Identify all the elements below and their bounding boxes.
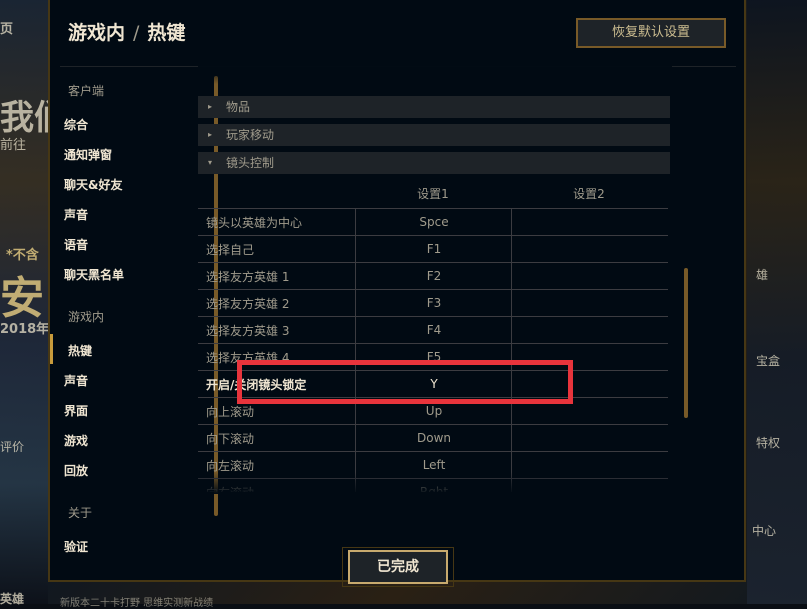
background-text: 页 — [0, 22, 14, 37]
list-top-fade — [198, 66, 672, 84]
nav-item-ingame[interactable]: 游戏 — [64, 432, 88, 449]
background-text: *不含 — [6, 248, 39, 263]
hotkey-action-label: 向上滚动 — [206, 405, 255, 419]
category-label: 物品 — [226, 100, 251, 114]
hotkey-action-label: 向下滚动 — [206, 432, 255, 446]
hotkey-row: 选择友方英雄 1 F2 — [198, 262, 668, 290]
hotkey-binding-1[interactable]: F2 — [355, 263, 512, 290]
nav-item-client[interactable]: 综合 — [64, 116, 88, 133]
chevron-down-icon: ▾ — [208, 158, 213, 167]
hotkey-list-scrollbar[interactable] — [684, 268, 688, 418]
hotkey-binding-1[interactable]: F1 — [355, 236, 512, 263]
hotkey-binding-2[interactable] — [511, 425, 668, 452]
background-text: 安 — [0, 273, 44, 324]
hotkey-action-label: 选择友方英雄 3 — [206, 324, 290, 338]
nav-item-ingame[interactable]: 界面 — [64, 402, 88, 419]
list-bottom-fade — [198, 472, 672, 494]
highlight-annotation-box — [237, 360, 573, 404]
background-text: 中心 — [752, 524, 777, 538]
breadcrumb-page: 热键 — [147, 22, 186, 44]
hotkey-binding-2[interactable] — [511, 317, 668, 344]
chevron-right-icon: ▸ — [208, 102, 213, 111]
hotkey-row: 选择友方英雄 3 F4 — [198, 316, 668, 344]
nav-item-client[interactable]: 聊天&好友 — [64, 176, 122, 193]
background-right-strip — [747, 0, 807, 604]
hotkey-action-label: 选择友方英雄 2 — [206, 297, 290, 311]
breadcrumb-section: 游戏内 — [68, 22, 126, 44]
hotkey-row: 向下滚动 Down — [198, 424, 668, 452]
category-row[interactable]: ▸ 玩家移动 — [198, 124, 670, 146]
background-text: 前往 — [0, 138, 27, 153]
hotkey-binding-2[interactable] — [511, 236, 668, 263]
column-header-setting1: 设置1 — [417, 187, 449, 201]
hotkey-row: 选择自己 F1 — [198, 235, 668, 263]
hotkey-binding-2[interactable] — [511, 263, 668, 290]
hotkey-action-label: 镜头以英雄为中心 — [206, 216, 303, 230]
nav-item-about[interactable]: 验证 — [64, 538, 88, 555]
nav-section-client: 客户端 — [68, 84, 105, 98]
nav-item-ingame-active[interactable]: 热键 — [68, 342, 92, 359]
nav-section-about: 关于 — [68, 506, 93, 520]
hotkey-row: 选择友方英雄 2 F3 — [198, 289, 668, 317]
nav-active-indicator — [50, 334, 53, 364]
column-header-setting2: 设置2 — [573, 187, 605, 201]
background-text: 新版本二十卡打野 思维实测新战绩 — [60, 598, 214, 609]
done-button[interactable]: 已完成 — [348, 550, 448, 584]
hotkey-binding-1[interactable]: F3 — [355, 290, 512, 317]
category-label: 镜头控制 — [226, 156, 275, 170]
page-title: 游戏内 / 热键 — [68, 18, 185, 45]
category-row[interactable]: ▸ 物品 — [198, 96, 670, 118]
category-label: 玩家移动 — [226, 128, 275, 142]
hotkey-action-label: 选择友方英雄 1 — [206, 270, 290, 284]
breadcrumb-separator: / — [133, 22, 140, 44]
nav-item-client[interactable]: 聊天黑名单 — [64, 266, 124, 283]
hotkey-list: ▸ 物品 ▸ 玩家移动 ▾ 镜头控制 设置1 设置2 镜头以英雄为中心 Spce 选择自己 F1… — [198, 68, 672, 492]
nav-item-client[interactable]: 通知弹窗 — [64, 146, 112, 163]
hotkey-action-label: 选择自己 — [206, 243, 255, 257]
nav-section-ingame: 游戏内 — [68, 310, 105, 324]
nav-item-ingame[interactable]: 回放 — [64, 462, 88, 479]
category-row[interactable]: ▾ 镜头控制 — [198, 152, 670, 174]
background-text: 雄 — [756, 268, 769, 282]
nav-item-client[interactable]: 声音 — [64, 206, 88, 223]
background-text: 特权 — [756, 436, 781, 450]
nav-item-client[interactable]: 语音 — [64, 236, 88, 253]
background-text: 英雄 — [0, 592, 25, 606]
hotkey-binding-1[interactable]: Down — [355, 425, 512, 452]
hotkey-binding-2[interactable] — [511, 290, 668, 317]
nav-item-ingame[interactable]: 声音 — [64, 372, 88, 389]
hotkey-binding-2[interactable] — [511, 209, 668, 236]
hotkey-binding-1[interactable]: Spce — [355, 209, 512, 236]
background-text: 评价 — [0, 440, 25, 454]
hotkey-binding-1[interactable]: F4 — [355, 317, 512, 344]
chevron-right-icon: ▸ — [208, 130, 213, 139]
background-text: 宝盒 — [756, 354, 781, 368]
hotkey-row: 镜头以英雄为中心 Spce — [198, 208, 668, 236]
restore-defaults-button[interactable]: 恢复默认设置 — [576, 18, 726, 48]
